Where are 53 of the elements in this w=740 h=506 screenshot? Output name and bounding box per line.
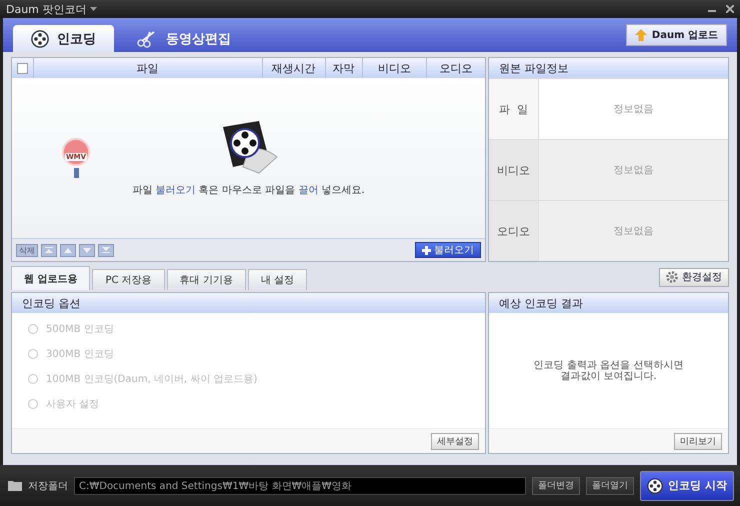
move-bottom-button[interactable] bbox=[98, 244, 114, 256]
option-label: 사용자 설정 bbox=[46, 398, 100, 411]
main-tab[interactable]: 인코딩 bbox=[13, 25, 114, 52]
main-tab[interactable]: 동영상편집 bbox=[118, 25, 249, 52]
move-down-button[interactable] bbox=[79, 244, 95, 256]
drop-hint: 파일 불러오기 혹은 마우스로 파일을 끌어 넣으세요. bbox=[132, 184, 365, 197]
settings-button[interactable]: 환경설정 bbox=[659, 268, 729, 286]
film-reel-icon bbox=[31, 30, 49, 48]
option-label: 500MB 인코딩 bbox=[46, 323, 114, 336]
start-encoding-button[interactable]: 인코딩 시작 bbox=[640, 470, 734, 500]
close-icon[interactable] bbox=[726, 5, 734, 13]
info-value: 정보없음 bbox=[612, 103, 654, 117]
info-label: 파 일 bbox=[489, 79, 539, 139]
info-label: 오디오 bbox=[489, 201, 539, 261]
caret-icon[interactable] bbox=[90, 6, 98, 12]
film-reel-icon bbox=[647, 478, 664, 494]
change-folder-button[interactable]: 폴더변경 bbox=[532, 476, 580, 494]
preview-button[interactable]: 미리보기 bbox=[674, 432, 722, 450]
info-label: 비디오 bbox=[489, 140, 539, 200]
preset-tab[interactable]: PC 저장용 bbox=[92, 269, 165, 290]
move-bottom-icon bbox=[102, 247, 110, 253]
option-label: 100MB 인코딩(Daum, 네이버, 싸이 업로드용) bbox=[46, 373, 258, 386]
up-triangle-icon bbox=[64, 248, 72, 252]
option-label: 300MB 인코딩 bbox=[46, 348, 114, 361]
cursor-icon bbox=[74, 168, 78, 178]
move-up-button[interactable] bbox=[60, 244, 76, 256]
preset-tab[interactable]: 웹 업로드용 bbox=[11, 266, 90, 290]
panel-title: 예상 인코딩 결과 bbox=[498, 296, 583, 310]
link[interactable]: 불러오기 bbox=[156, 185, 196, 196]
open-folder-button[interactable]: 폴더열기 bbox=[586, 476, 634, 494]
link[interactable]: 끌어 bbox=[298, 185, 318, 196]
upload-button[interactable]: Daum 업로드 bbox=[626, 24, 727, 46]
select-all-checkbox[interactable] bbox=[17, 62, 28, 74]
detail-settings-button[interactable]: 세부설정 bbox=[431, 432, 479, 450]
info-value: 정보없음 bbox=[612, 164, 654, 178]
folder-icon bbox=[8, 480, 22, 491]
preset-tab[interactable]: 휴대 기기용 bbox=[166, 269, 246, 290]
folder-label: 저장폴더 bbox=[28, 480, 68, 492]
down-triangle-icon bbox=[83, 248, 91, 252]
result-message: 인코딩 출력과 옵션을 선택하시면 결과값이 보여집니다. bbox=[534, 360, 684, 382]
panel-title: 원본 파일정보 bbox=[498, 60, 568, 76]
import-button[interactable]: 불러오기 bbox=[415, 242, 481, 258]
window-title: Daum 팟인코더 bbox=[6, 2, 86, 16]
settings-icon bbox=[666, 271, 678, 283]
panel-title: 인코딩 옵션 bbox=[21, 296, 80, 310]
info-value: 정보없음 bbox=[612, 225, 654, 239]
delete-button[interactable]: 삭제 bbox=[16, 244, 38, 256]
plus-icon bbox=[422, 246, 431, 254]
move-top-button[interactable] bbox=[41, 244, 57, 256]
preset-tab[interactable]: 내 설정 bbox=[248, 269, 308, 290]
up-arrow-icon bbox=[634, 29, 647, 41]
path-field[interactable]: C:₩Documents and Settings₩1₩바탕 화면₩애플₩영화 bbox=[74, 476, 526, 494]
move-top-icon bbox=[45, 247, 53, 253]
